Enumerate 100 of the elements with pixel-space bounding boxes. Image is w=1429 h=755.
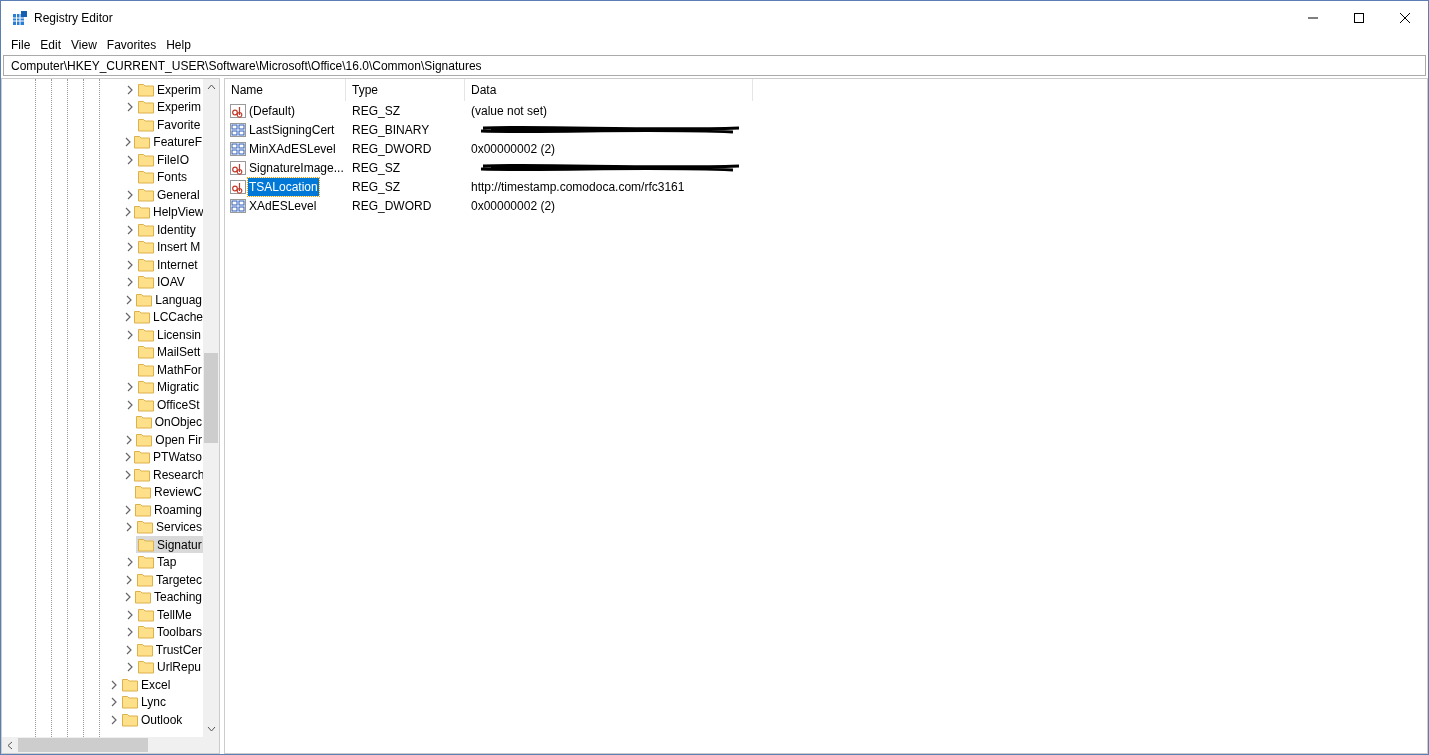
chevron-right-icon[interactable] [126,102,134,113]
folder-icon [138,345,154,360]
column-header[interactable]: Type [346,79,465,101]
tree-item[interactable]: ReviewC [133,483,203,501]
tree-item[interactable]: TellMe [136,606,193,624]
folder-icon [134,450,151,465]
chevron-right-icon[interactable] [126,662,134,673]
chevron-right-icon[interactable] [110,714,118,725]
tree-item[interactable]: Toolbars [135,623,203,641]
binary-value-icon [230,141,246,156]
chevron-right-icon[interactable] [126,84,134,95]
value-name[interactable]: LastSigningCert [248,120,336,139]
value-name[interactable]: TSALocation [248,177,319,196]
tree-item[interactable]: Lync [120,693,167,711]
chevron-right-icon[interactable] [126,259,134,270]
chevron-right-icon[interactable] [126,154,134,165]
folder-icon [138,257,154,272]
tree-item[interactable]: General [136,186,201,204]
menu-item[interactable]: File [6,36,36,54]
tree-item[interactable]: OfficeSt [136,396,201,414]
address-bar[interactable]: Computer\HKEY_CURRENT_USER\Software\Microsoft\Office\16.0\Common\Signatures [3,55,1426,76]
chevron-right-icon[interactable] [125,644,134,655]
tree-item[interactable]: Excel [120,676,172,694]
tree-item[interactable]: Fonts [136,168,188,186]
tree-item[interactable]: Teaching [132,588,203,606]
tree-item[interactable]: Services [135,518,203,536]
table-cell-text: REG_DWORD [351,140,433,158]
value-name[interactable]: SignatureImage... [248,158,345,177]
chevron-right-icon[interactable] [124,469,132,480]
tree-item[interactable]: Tap [136,553,178,571]
vertical-scrollbar[interactable] [203,79,219,737]
chevron-right-icon[interactable] [124,207,132,218]
tree-item[interactable]: Experim [136,98,202,116]
chevron-right-icon[interactable] [126,242,134,253]
tree-item[interactable]: HelpView [132,203,203,221]
tree-item[interactable]: Licensin [136,326,203,344]
tree-item[interactable]: TrustCer [134,641,203,659]
tree-item[interactable]: PTWatso [132,448,203,466]
chevron-right-icon[interactable] [126,224,134,235]
chevron-right-icon[interactable] [124,137,133,148]
chevron-right-icon[interactable] [125,294,134,305]
table-cell-text: REG_SZ [351,178,401,196]
chevron-right-icon[interactable] [125,434,134,445]
tree-item[interactable]: FeatureF [132,133,203,151]
tree-item[interactable]: FileIO [136,151,190,169]
menu-item[interactable]: Favorites [101,36,162,54]
scroll-thumb[interactable] [204,353,218,443]
chevron-right-icon[interactable] [124,312,132,323]
tree-item[interactable]: MailSett [136,343,202,361]
tree-item[interactable]: MathFor [136,361,203,379]
chevron-right-icon[interactable] [110,697,118,708]
scroll-thumb[interactable] [18,738,148,752]
tree-item[interactable]: OnObjec [133,413,203,431]
table-cell-text: REG_SZ [351,102,401,120]
chevron-right-icon[interactable] [125,522,134,533]
chevron-right-icon[interactable] [126,277,134,288]
folder-icon [138,327,154,342]
tree-item[interactable]: Experim [136,81,202,99]
chevron-right-icon[interactable] [124,504,133,515]
folder-icon [138,537,154,552]
chevron-right-icon[interactable] [126,189,134,200]
binary-value-icon [230,122,246,137]
tree-item[interactable]: Open Fir [134,431,203,449]
tree-item[interactable]: IOAV [136,273,186,291]
tree-item[interactable]: Identity [136,221,197,239]
tree-item[interactable]: Signatur [136,536,203,554]
column-header[interactable]: Data [465,79,753,101]
tree-item[interactable]: Migratic [136,378,200,396]
chevron-right-icon[interactable] [125,574,134,585]
chevron-right-icon[interactable] [124,592,133,603]
tree-item[interactable]: UrlRepu [136,658,202,676]
chevron-right-icon[interactable] [126,329,134,340]
chevron-right-icon[interactable] [126,609,134,620]
tree-item[interactable]: LCCache [132,308,203,326]
column-header[interactable]: Name [225,79,346,101]
folder-icon [122,677,138,692]
horizontal-scrollbar[interactable] [2,737,219,753]
value-name[interactable]: XAdESLevel [248,196,318,215]
tree-item[interactable]: Favorite [136,116,202,134]
tree-item[interactable]: Languag [134,291,203,309]
chevron-right-icon[interactable] [125,627,134,638]
menu-item[interactable]: View [66,36,102,54]
value-name[interactable]: MinXAdESLevel [248,139,337,158]
tree-item[interactable]: Research [132,466,203,484]
chevron-right-icon[interactable] [126,399,134,410]
tree-item[interactable]: Targetec [134,571,203,589]
chevron-right-icon[interactable] [126,382,134,393]
tree-item[interactable]: Outlook [120,711,184,729]
folder-icon [138,222,154,237]
tree-item[interactable]: Insert M [136,238,202,256]
menu-item[interactable]: Edit [35,36,67,54]
tree-item[interactable]: Internet [136,256,199,274]
chevron-right-icon[interactable] [124,452,133,463]
chevron-right-icon[interactable] [110,679,118,690]
menu-item[interactable]: Help [161,36,196,54]
folder-icon [134,135,151,150]
chevron-right-icon[interactable] [126,557,134,568]
tree-item[interactable]: Roaming [132,501,203,519]
folder-icon [137,625,154,640]
value-name[interactable]: (Default) [248,101,296,120]
